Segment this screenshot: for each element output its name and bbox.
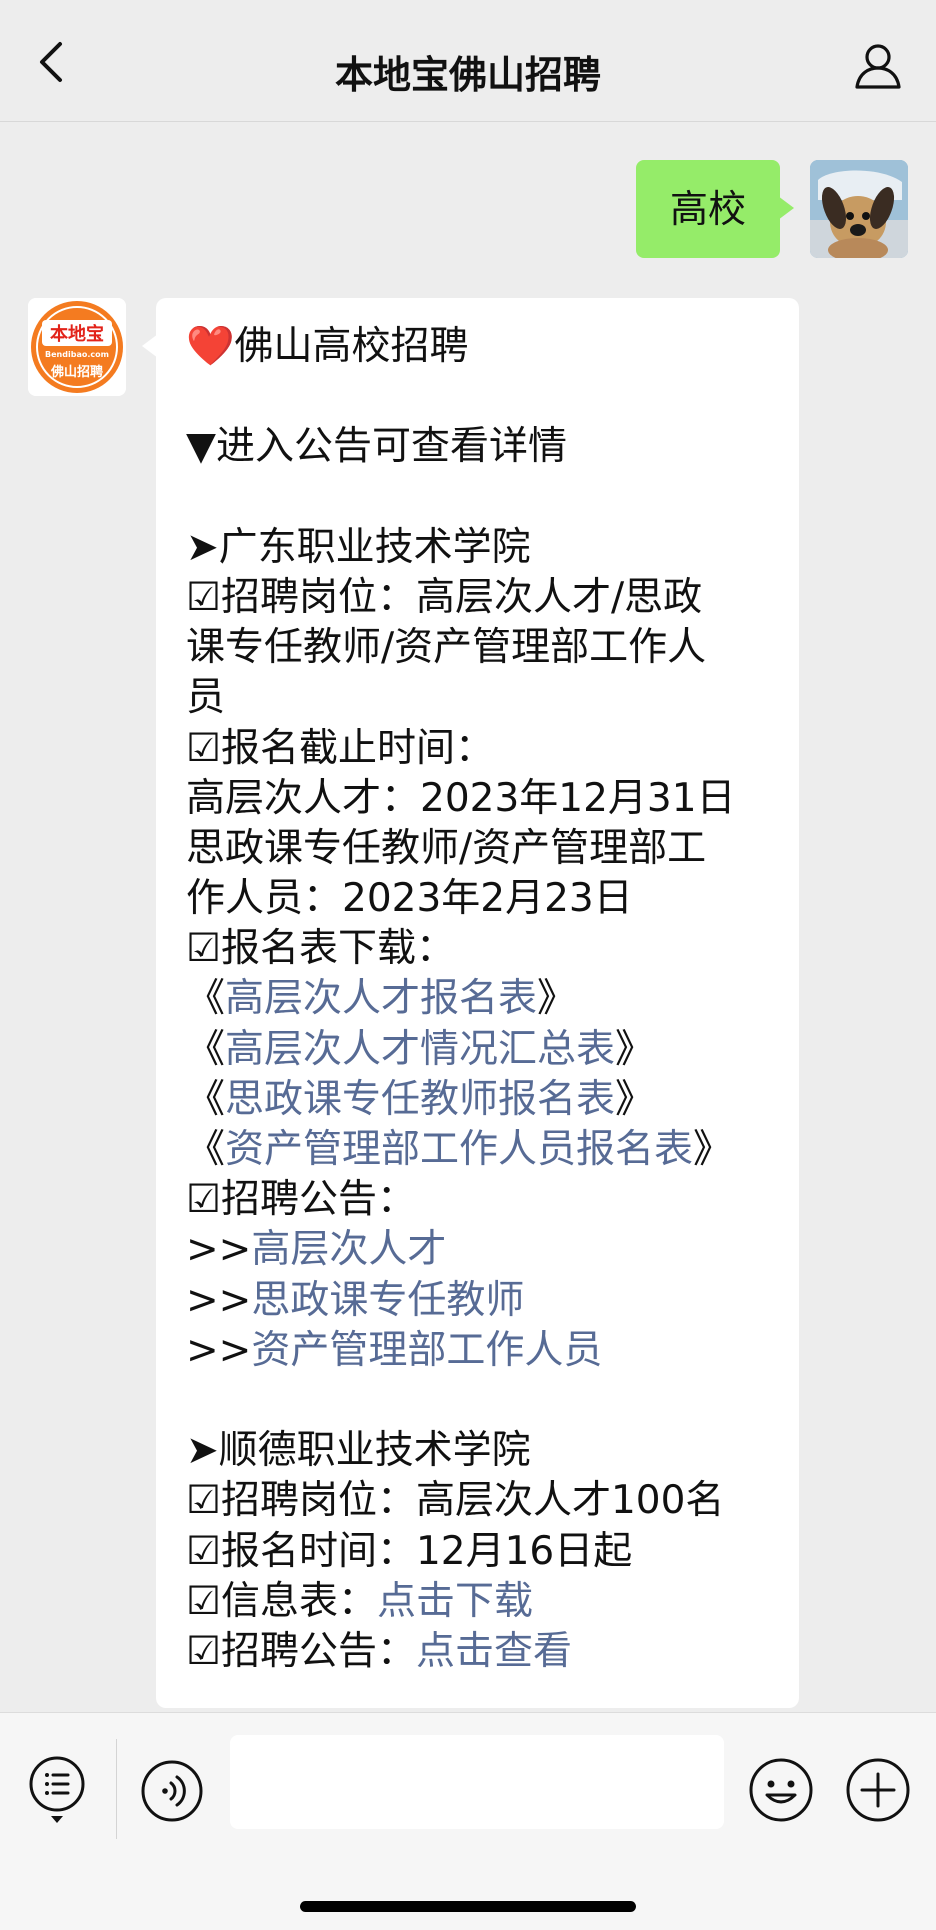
bendibao-avatar[interactable]: 本地宝 Bendibao.com 佛山招聘 — [28, 298, 126, 396]
message-text: ☑信息表： — [186, 1578, 377, 1624]
message-link[interactable]: 资产管理部工作人员 — [251, 1328, 602, 1373]
emoji-button[interactable] — [748, 1757, 814, 1823]
message-line: 《思政课专任教师报名表》 — [186, 1075, 769, 1125]
message-link[interactable]: 思政课专任教师报名表 — [225, 1077, 615, 1122]
message-text: 《 — [186, 976, 226, 1022]
message-line: ➤顺德职业技术学院 — [186, 1426, 769, 1476]
message-text: ☑报名时间：12月16日起 — [186, 1528, 633, 1574]
message-line: ➤广东职业技术学院 — [186, 523, 769, 573]
message-line: ☑报名表下载： — [186, 924, 769, 974]
message-text: ☑招聘公告： — [186, 1628, 416, 1674]
message-text: 高层次人才：2023年12月31日 — [186, 775, 736, 821]
more-button[interactable] — [845, 1757, 911, 1823]
message-line: 课专任教师/资产管理部工作人 — [186, 623, 769, 673]
message-text: ▼进入公告可查看详情 — [186, 424, 567, 470]
message-line: ☑信息表：点击下载 — [186, 1577, 769, 1627]
message-text: 作人员：2023年2月23日 — [186, 876, 633, 922]
message-text: 》 — [537, 976, 577, 1022]
message-text: ❤️佛山高校招聘 — [186, 324, 469, 369]
chat-title: 本地宝佛山招聘 — [334, 53, 601, 97]
message-line: >>资产管理部工作人员 — [186, 1326, 769, 1376]
message-text: 》 — [615, 1026, 655, 1072]
divider — [116, 1739, 117, 1839]
message-link[interactable]: 点击下载 — [377, 1579, 533, 1624]
message-line: ☑报名时间：12月16日起 — [186, 1527, 769, 1577]
message-line: 员 — [186, 673, 769, 723]
emoji-icon — [749, 1758, 813, 1822]
message-line: ☑招聘公告：点击查看 — [186, 1627, 769, 1677]
message-link[interactable]: 高层次人才 — [251, 1227, 446, 1272]
profile-button[interactable] — [852, 40, 904, 92]
message-text: 思政课专任教师/资产管理部工 — [186, 825, 707, 871]
message-text: ➤广东职业技术学院 — [186, 524, 531, 570]
message-text: 《 — [186, 1026, 226, 1072]
message-link[interactable]: 思政课专任教师 — [251, 1278, 524, 1323]
message-link[interactable]: 高层次人才报名表 — [225, 976, 537, 1021]
message-link[interactable]: 点击查看 — [416, 1629, 572, 1674]
message-text: ☑招聘公告： — [186, 1177, 416, 1223]
message-line: >>高层次人才 — [186, 1225, 769, 1275]
message-line: >>思政课专任教师 — [186, 1276, 769, 1326]
message-text: 课专任教师/资产管理部工作人 — [186, 625, 707, 671]
svg-text:Bendibao.com: Bendibao.com — [45, 350, 109, 359]
message-text: 《 — [186, 1127, 226, 1172]
menu-list-icon — [29, 1756, 85, 1823]
message-text: >> — [186, 1227, 252, 1273]
voice-icon — [141, 1760, 203, 1822]
message-input[interactable] — [230, 1735, 724, 1829]
plus-icon — [846, 1758, 910, 1822]
user-avatar[interactable] — [810, 160, 908, 258]
message-text: 《 — [186, 1076, 226, 1122]
svg-text:佛山招聘: 佛山招聘 — [50, 364, 103, 380]
message-text: ☑招聘岗位：高层次人才100名 — [186, 1478, 725, 1524]
svg-text:本地宝: 本地宝 — [50, 323, 104, 345]
message-text: ☑报名表下载： — [186, 926, 455, 972]
voice-button[interactable] — [140, 1759, 204, 1823]
message-line: ☑报名截止时间： — [186, 724, 769, 774]
message-line: 《高层次人才报名表》 — [186, 974, 769, 1024]
message-line: ▼进入公告可查看详情 — [186, 422, 769, 472]
incoming-message: ❤️佛山高校招聘 ▼进入公告可查看详情 ➤广东职业技术学院 ☑招聘岗位：高层次人才/思… — [142, 298, 799, 1708]
message-text: 》 — [693, 1127, 733, 1172]
message-line: ❤️佛山高校招聘 — [186, 322, 769, 372]
message-line: 高层次人才：2023年12月31日 — [186, 774, 769, 824]
chat-input-bar — [0, 1712, 936, 1930]
message-line: 思政课专任教师/资产管理部工 — [186, 824, 769, 874]
home-indicator — [300, 1901, 636, 1912]
outgoing-message[interactable]: 高校 — [635, 160, 795, 258]
message-link[interactable]: 资产管理部工作人员报名表 — [225, 1127, 693, 1172]
message-text: >> — [186, 1277, 252, 1323]
message-line: 《高层次人才情况汇总表》 — [186, 1025, 769, 1075]
message-line: 作人员：2023年2月23日 — [186, 874, 769, 924]
message-line: ☑招聘公告： — [186, 1175, 769, 1225]
message-link[interactable]: 高层次人才情况汇总表 — [225, 1027, 615, 1072]
message-text: 》 — [615, 1076, 655, 1122]
message-line: 《资产管理部工作人员报名表》 — [186, 1125, 769, 1175]
chat-header: 本地宝佛山招聘 — [0, 0, 936, 122]
message-text: ☑招聘岗位：高层次人才/思政 — [186, 574, 703, 620]
message-line: ☑招聘岗位：高层次人才/思政 — [186, 573, 769, 623]
person-icon — [855, 44, 901, 89]
message-line: ☑招聘岗位：高层次人才100名 — [186, 1476, 769, 1526]
message-text: ☑报名截止时间： — [186, 725, 494, 771]
message-text: 员 — [186, 675, 226, 721]
bendibao-logo: 本地宝 Bendibao.com 佛山招聘 — [28, 298, 126, 396]
message-text: >> — [186, 1327, 252, 1373]
menu-button[interactable] — [26, 1753, 88, 1827]
message-text: ➤顺德职业技术学院 — [186, 1428, 531, 1474]
